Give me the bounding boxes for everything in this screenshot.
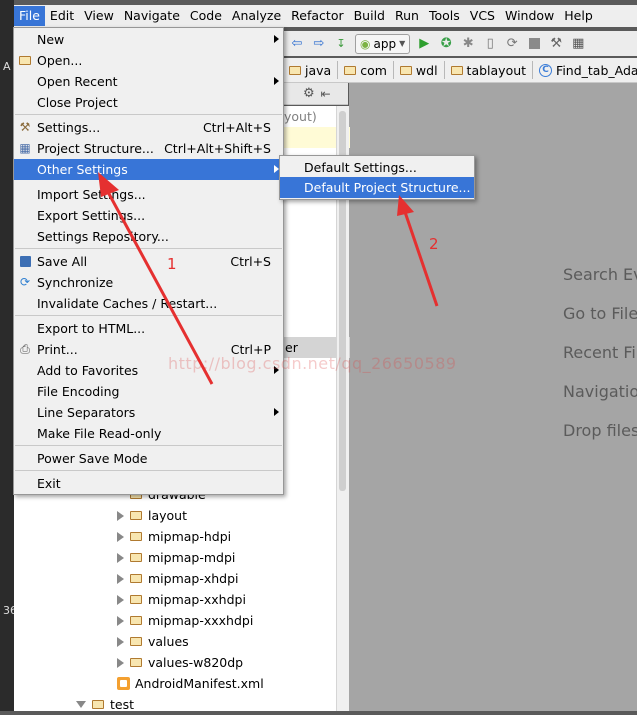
annotation-arrows xyxy=(98,172,439,385)
annotation-label-1: 1 xyxy=(167,255,177,273)
annotation-label-2: 2 xyxy=(429,235,439,253)
annotation-arrow-1 xyxy=(98,172,214,385)
